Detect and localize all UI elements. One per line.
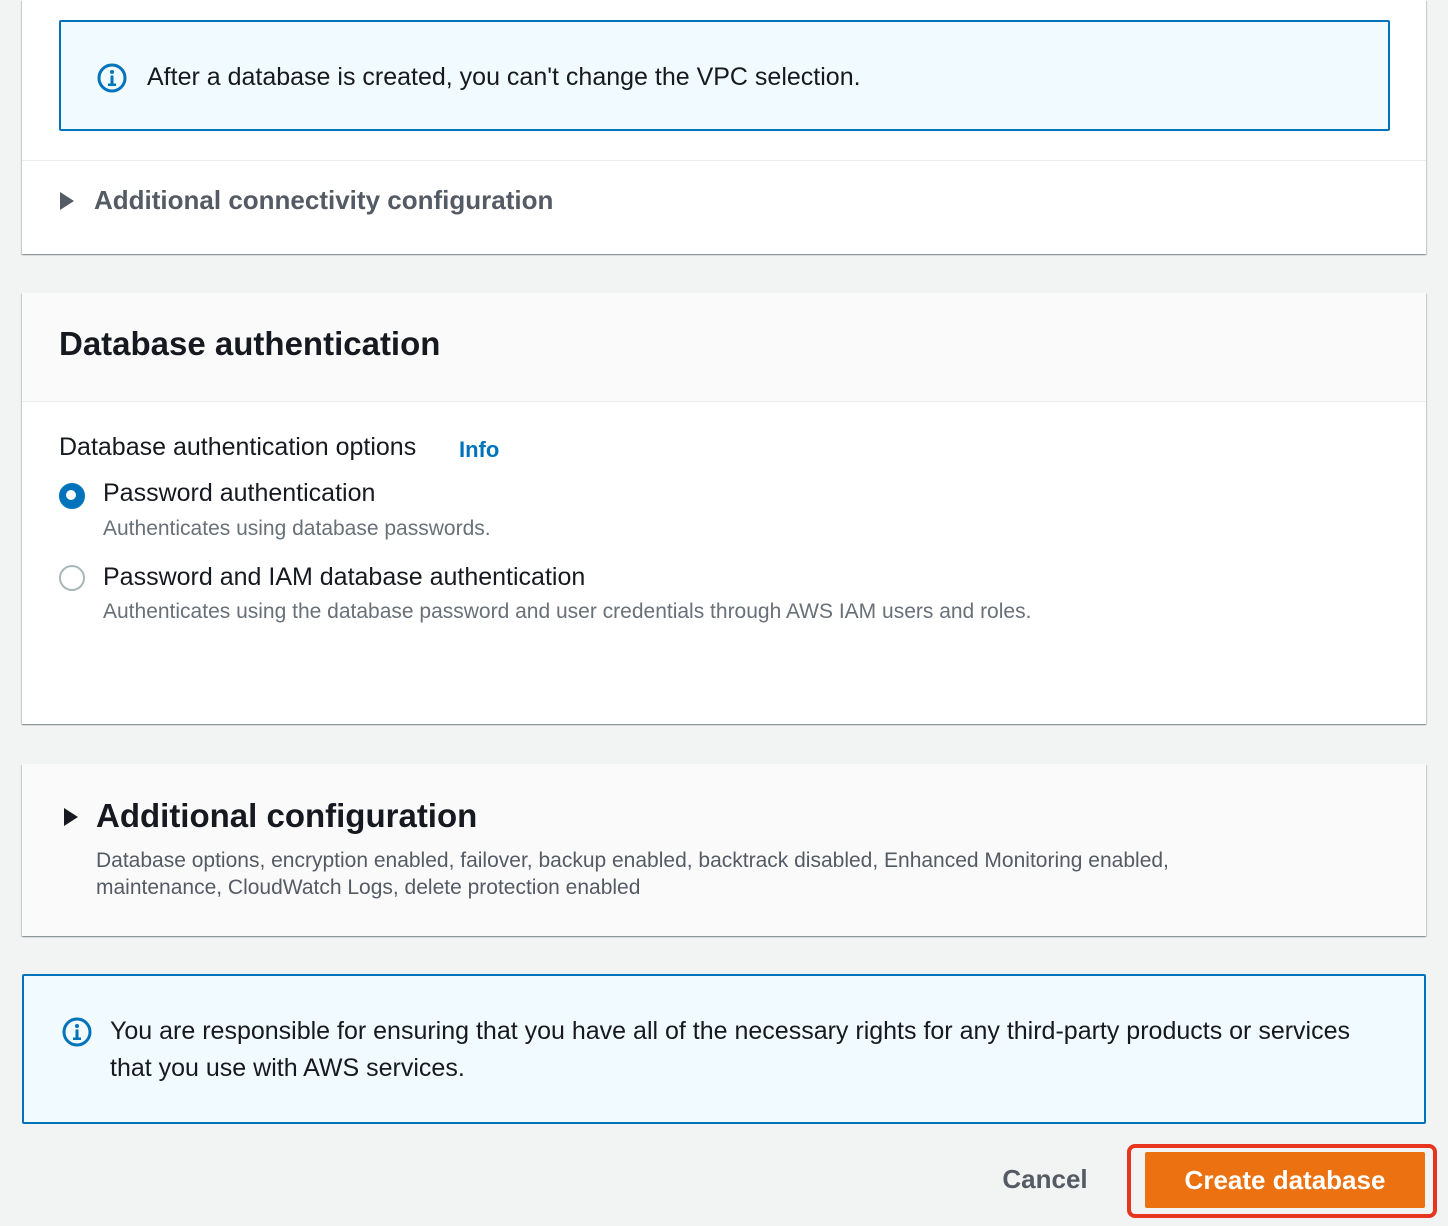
vpc-alert-text: After a database is created, you can't c… [147,63,861,91]
rights-alert-text: You are responsible for ensuring that yo… [110,1017,1351,1082]
additional-configuration-description: Database options, encryption enabled, fa… [96,849,1169,899]
password-auth-label[interactable]: Password authentication [103,479,375,508]
iam-auth-radio[interactable] [59,565,85,591]
iam-auth-label[interactable]: Password and IAM database authentication [103,563,585,592]
additional-connectivity-expander[interactable]: Additional connectivity configuration [60,185,553,216]
auth-options-label: Database authentication options [59,433,417,461]
rights-info-alert: You are responsible for ensuring that yo… [22,974,1426,1124]
info-circle-icon [97,63,127,93]
password-auth-description: Authenticates using database passwords. [103,517,491,540]
database-authentication-panel: Database authentication Database authent… [22,293,1426,724]
caret-right-icon [64,808,78,826]
create-database-button[interactable]: Create database [1145,1152,1425,1208]
connectivity-panel: After a database is created, you can't c… [22,0,1426,254]
panel-title: Database authentication [59,325,441,362]
caret-right-icon [60,191,74,210]
additional-configuration-panel[interactable]: Additional configuration Database option… [22,764,1426,936]
additional-connectivity-label: Additional connectivity configuration [94,185,554,215]
divider [22,160,1426,161]
info-link[interactable]: Info [459,437,499,463]
additional-configuration-title[interactable]: Additional configuration [96,797,477,835]
panel-header: Database authentication [22,293,1426,402]
password-auth-radio[interactable] [59,483,85,509]
iam-auth-description: Authenticates using the database passwor… [103,600,1032,623]
vpc-info-alert: After a database is created, you can't c… [59,20,1390,131]
info-circle-icon [62,1017,92,1047]
cancel-button[interactable]: Cancel [986,1154,1104,1204]
